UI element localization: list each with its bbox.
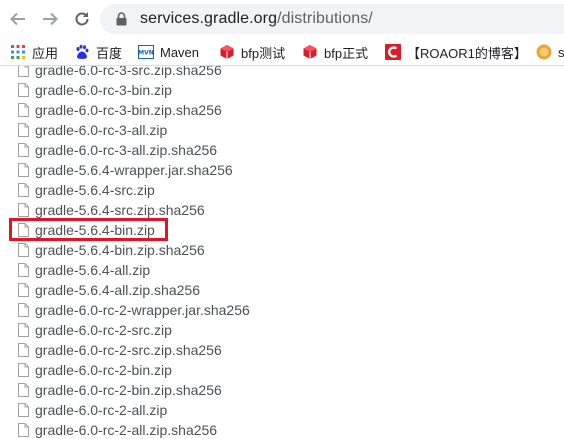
- file-icon: [18, 263, 29, 277]
- file-icon: [18, 343, 29, 357]
- file-name: gradle-6.0-rc-2-all.zip: [35, 402, 168, 418]
- file-name: gradle-5.6.4-wrapper.jar.sha256: [35, 162, 233, 178]
- file-row[interactable]: gradle-6.0-rc-3-bin.zip.sha256: [18, 100, 222, 120]
- bookmark-apps[interactable]: 应用: [10, 42, 58, 62]
- bookmark-label: bfp正式: [324, 45, 369, 61]
- back-arrow-icon: [10, 12, 25, 26]
- bookmark-bfp-test[interactable]: bfp测试: [219, 42, 285, 62]
- bookmark-csdn-blog[interactable]: 【ROAOR1的博客】: [385, 42, 527, 62]
- file-icon: [18, 103, 29, 117]
- file-listing: gradle-6.0-rc-3-src.zip.sha256 gradle-6.…: [0, 66, 564, 439]
- file-row[interactable]: gradle-5.6.4-all.zip: [18, 260, 150, 280]
- file-row[interactable]: gradle-6.0-rc-2-all.zip.sha256: [18, 420, 217, 439]
- bfp-cube-icon: [302, 44, 318, 60]
- file-name: gradle-6.0-rc-2-wrapper.jar.sha256: [35, 302, 250, 318]
- file-row[interactable]: gradle-5.6.4-wrapper.jar.sha256: [18, 160, 233, 180]
- apps-grid-icon: [10, 44, 26, 60]
- file-name: gradle-6.0-rc-3-bin.zip: [35, 82, 172, 98]
- file-name: gradle-5.6.4-all.zip.sha256: [35, 282, 200, 298]
- bookmark-label: 【ROAOR1的博客】: [407, 45, 527, 61]
- back-button[interactable]: [6, 7, 30, 31]
- file-icon: [18, 66, 29, 77]
- file-name: gradle-5.6.4-src.zip: [35, 182, 155, 198]
- bookmark-label: bfp测试: [241, 45, 286, 61]
- file-row[interactable]: gradle-6.0-rc-2-src.zip.sha256: [18, 340, 222, 360]
- baidu-paw-icon: [74, 44, 90, 60]
- file-name: gradle-6.0-rc-2-src.zip: [35, 322, 172, 338]
- file-icon: [18, 383, 29, 397]
- address-bar[interactable]: services.gradle.org/distributions/: [100, 4, 564, 34]
- svg-text:MVN: MVN: [138, 50, 154, 57]
- forward-button[interactable]: [38, 7, 62, 31]
- bookmark-label: Maven: [160, 44, 200, 60]
- file-icon: [18, 203, 29, 217]
- file-name: gradle-6.0-rc-2-all.zip.sha256: [35, 422, 218, 438]
- file-icon: [18, 83, 29, 97]
- file-name: gradle-5.6.4-all.zip: [35, 262, 151, 278]
- bookmark-maven[interactable]: MVN Maven: [138, 42, 199, 62]
- coin-icon: [536, 44, 552, 60]
- file-name: gradle-5.6.4-bin.zip.sha256: [35, 242, 205, 258]
- file-name: gradle-6.0-rc-2-bin.zip: [35, 362, 172, 378]
- bookmark-bfp-prod[interactable]: bfp正式: [302, 42, 368, 62]
- file-row[interactable]: gradle-5.6.4-all.zip.sha256: [18, 280, 200, 300]
- file-name: gradle-6.0-rc-2-src.zip.sha256: [35, 342, 222, 358]
- reload-icon: [75, 12, 89, 26]
- file-name: gradle-6.0-rc-3-all.zip: [35, 122, 168, 138]
- file-name: gradle-6.0-rc-3-bin.zip.sha256: [35, 102, 222, 118]
- file-icon: [18, 303, 29, 317]
- file-name: gradle-6.0-rc-2-bin.zip.sha256: [35, 382, 222, 398]
- file-icon: [18, 183, 29, 197]
- file-row[interactable]: gradle-5.6.4-src.zip: [18, 180, 155, 200]
- file-row[interactable]: gradle-6.0-rc-2-bin.zip.sha256: [18, 380, 222, 400]
- file-row[interactable]: gradle-6.0-rc-3-src.zip.sha256: [18, 66, 222, 80]
- file-row[interactable]: gradle-6.0-rc-2-bin.zip: [18, 360, 172, 380]
- url-path: /distributions/: [277, 10, 373, 27]
- file-name: gradle-6.0-rc-3-all.zip.sha256: [35, 142, 218, 158]
- highlight-box: [9, 218, 168, 241]
- file-row[interactable]: gradle-6.0-rc-2-src.zip: [18, 320, 172, 340]
- bookmark-label: 百度: [96, 45, 123, 61]
- bookmark-s[interactable]: s: [536, 42, 564, 62]
- mvn-logo-icon: MVN: [138, 44, 154, 60]
- file-name: gradle-6.0-rc-3-src.zip.sha256: [35, 66, 222, 78]
- bfp-cube-icon: [219, 44, 235, 60]
- file-icon: [18, 243, 29, 257]
- file-row[interactable]: gradle-5.6.4-bin.zip.sha256: [18, 240, 205, 260]
- file-icon: [18, 123, 29, 137]
- bookmark-baidu[interactable]: 百度: [74, 42, 122, 62]
- bookmark-label: 应用: [32, 45, 59, 61]
- lock-icon: [116, 12, 127, 26]
- file-row[interactable]: gradle-6.0-rc-3-all.zip.sha256: [18, 140, 217, 160]
- file-icon: [18, 143, 29, 157]
- url-text: services.gradle.org/distributions/: [140, 10, 373, 28]
- bookmark-label: s: [558, 44, 564, 60]
- file-icon: [18, 403, 29, 417]
- file-row[interactable]: gradle-6.0-rc-2-all.zip: [18, 400, 167, 420]
- file-row[interactable]: gradle-5.6.4-src.zip.sha256: [18, 200, 205, 220]
- file-icon: [18, 163, 29, 177]
- csdn-c-icon: [385, 44, 401, 60]
- reload-button[interactable]: [70, 7, 94, 31]
- file-row[interactable]: gradle-6.0-rc-3-all.zip: [18, 120, 167, 140]
- file-row[interactable]: gradle-6.0-rc-2-wrapper.jar.sha256: [18, 300, 250, 320]
- file-row[interactable]: gradle-6.0-rc-3-bin.zip: [18, 80, 172, 100]
- browser-toolbar: services.gradle.org/distributions/: [0, 0, 564, 38]
- file-icon: [18, 363, 29, 377]
- bookmarks-bar: 应用 百度 MVN Maven bfp测试 bfp正式 【ROAOR1的博客】 …: [0, 38, 564, 66]
- file-icon: [18, 323, 29, 337]
- file-icon: [18, 423, 29, 437]
- forward-arrow-icon: [43, 12, 58, 26]
- url-host: services.gradle.org: [140, 10, 278, 27]
- file-icon: [18, 283, 29, 297]
- file-name: gradle-5.6.4-src.zip.sha256: [35, 202, 205, 218]
